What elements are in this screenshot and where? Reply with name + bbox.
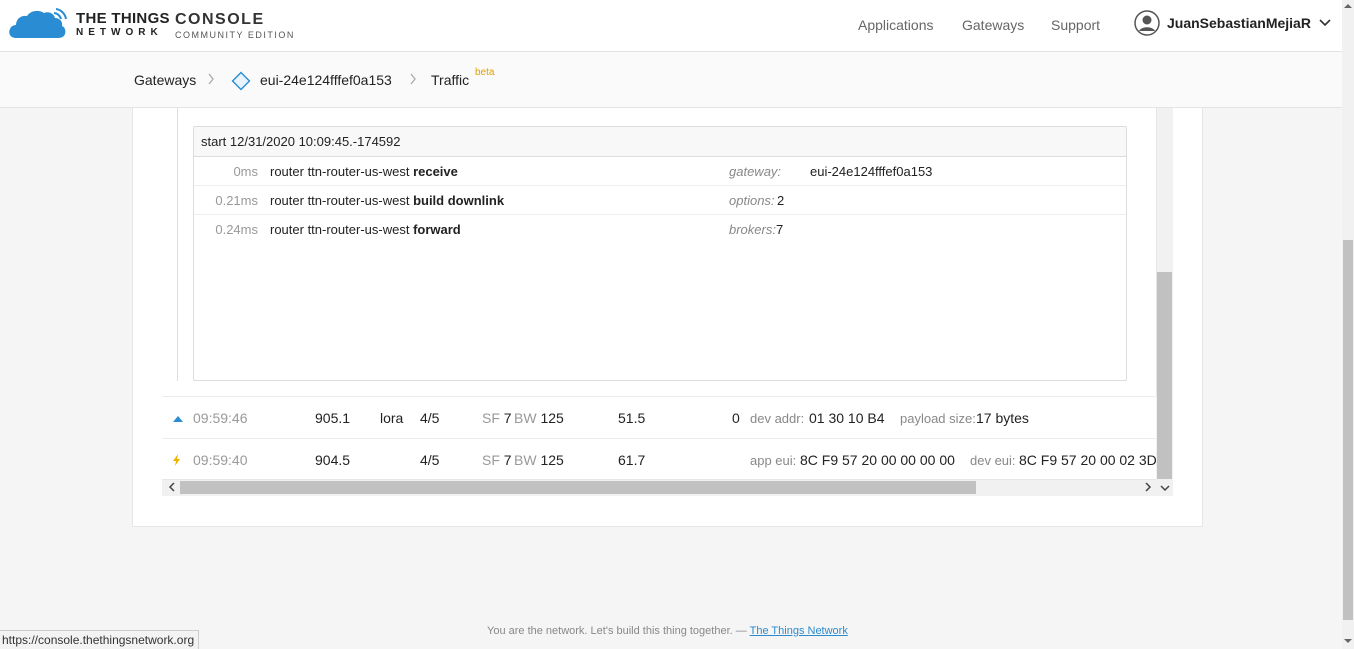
traffic-bw: BW 125 xyxy=(514,452,564,468)
trace-event: router ttn-router-us-west forward xyxy=(270,222,461,237)
bw-label: BW xyxy=(514,410,537,426)
console-title-text: CONSOLE xyxy=(175,11,265,28)
chevron-down-icon xyxy=(1319,19,1331,27)
chevron-right-icon xyxy=(410,73,416,85)
trace-event-prefix: router ttn-router-us-west xyxy=(270,222,410,237)
traffic-row-uplink[interactable]: 09:59:46 905.1 lora 4/5 SF 7 BW 125 51.5… xyxy=(162,396,1156,438)
traffic-sf: SF 7 xyxy=(482,410,512,426)
horizontal-scroll-thumb[interactable] xyxy=(180,481,976,494)
trace-row: 0ms router ttn-router-us-west receive ga… xyxy=(194,157,1126,186)
bw-value: 125 xyxy=(540,410,564,426)
trace-event-action: forward xyxy=(413,222,461,237)
nav-applications[interactable]: Applications xyxy=(858,17,934,33)
traffic-coding-rate: 4/5 xyxy=(420,410,440,426)
user-avatar-icon xyxy=(1134,10,1160,36)
trace-event-action: receive xyxy=(413,164,458,179)
page-scroll-down-icon[interactable] xyxy=(1343,637,1353,645)
user-menu[interactable]: JuanSebastianMejiaR xyxy=(1134,10,1331,36)
traffic-modulation: lora xyxy=(380,410,404,426)
logo-line1: THE THINGS xyxy=(76,9,170,27)
uplink-arrow-icon xyxy=(173,416,183,422)
traffic-row-join[interactable]: 09:59:40 904.5 4/5 SF 7 BW 125 61.7 app … xyxy=(162,438,1156,480)
sf-value: 7 xyxy=(503,410,512,426)
dev-eui-label: dev eui: xyxy=(970,453,1016,468)
ttn-logo[interactable]: THE THINGS NETWORK xyxy=(8,8,170,40)
username: JuanSebastianMejiaR xyxy=(1167,15,1311,31)
trace-event-prefix: router ttn-router-us-west xyxy=(270,193,410,208)
sf-label: SF xyxy=(482,452,500,468)
trace-value: 7 xyxy=(776,222,784,237)
trace-key: options: xyxy=(729,193,775,208)
bw-label: BW xyxy=(514,452,537,468)
trace-event-prefix: router ttn-router-us-west xyxy=(270,164,410,179)
dev-addr-value: 01 30 10 B4 xyxy=(809,410,885,426)
breadcrumb: Gateways eui-24e124fffef0a153 Traffic be… xyxy=(0,52,1342,108)
dev-eui-value: 8C F9 57 20 00 02 3D xyxy=(1019,452,1156,468)
traffic-frequency: 905.1 xyxy=(315,410,351,426)
bw-value: 125 xyxy=(540,452,564,468)
chevron-right-icon xyxy=(208,73,214,85)
page-scroll-up-icon[interactable] xyxy=(1343,2,1353,10)
page-vertical-scroll-thumb[interactable] xyxy=(1343,240,1353,620)
beta-badge: beta xyxy=(475,67,495,78)
lightning-bolt-icon xyxy=(173,454,180,466)
trace-time: 0ms xyxy=(233,164,258,179)
trace-event-action: build downlink xyxy=(413,193,505,208)
trace-event: router ttn-router-us-west receive xyxy=(270,164,458,179)
trace-start: start 12/31/2020 10:09:45.-174592 xyxy=(194,127,1126,157)
traffic-airtime: 61.7 xyxy=(618,452,646,468)
breadcrumb-gateway-id[interactable]: eui-24e124fffef0a153 xyxy=(260,72,392,88)
trace-time: 0.24ms xyxy=(215,222,258,237)
trace-event: router ttn-router-us-west build downlink xyxy=(270,193,504,208)
trace-value: 2 xyxy=(777,193,785,208)
traffic-bw: BW 125 xyxy=(514,410,564,426)
traffic-time: 09:59:40 xyxy=(193,452,248,468)
inner-vertical-scroll-thumb[interactable] xyxy=(1157,272,1172,479)
traffic-time: 09:59:46 xyxy=(193,410,248,426)
traffic-sf: SF 7 xyxy=(482,452,512,468)
nav-support[interactable]: Support xyxy=(1051,17,1100,33)
app-eui-label: app eui: xyxy=(750,453,797,468)
traffic-frequency: 904.5 xyxy=(315,452,351,468)
trace-panel: start 12/31/2020 10:09:45.-174592 0ms ro… xyxy=(193,126,1127,381)
breadcrumb-gateways[interactable]: Gateways xyxy=(134,72,196,88)
trace-key: gateway: xyxy=(729,164,782,179)
trace-key: brokers: xyxy=(729,222,776,237)
trace-value: eui-24e124fffef0a153 xyxy=(810,164,933,179)
dev-addr-label: dev addr: xyxy=(750,411,805,426)
scroll-left-icon[interactable] xyxy=(167,482,177,492)
console-subtitle: COMMUNITY EDITION xyxy=(175,30,295,40)
payload-size-value: 17 bytes xyxy=(976,410,1029,426)
traffic-coding-rate: 4/5 xyxy=(420,452,440,468)
breadcrumb-traffic: Traffic xyxy=(431,72,470,88)
nav-gateways[interactable]: Gateways xyxy=(962,17,1024,33)
payload-size-label: payload size: xyxy=(900,411,976,426)
cloud-logo-icon xyxy=(9,8,67,39)
status-bar-url: https://console.thethingsnetwork.org xyxy=(0,630,200,649)
trace-guide-line xyxy=(177,108,178,381)
sf-value: 7 xyxy=(503,452,512,468)
footer-text: You are the network. Let's build this th… xyxy=(487,625,750,637)
logo-line2: NETWORK xyxy=(76,26,163,38)
footer-link[interactable]: The Things Network xyxy=(750,625,848,637)
traffic-counter: 0 xyxy=(732,410,740,426)
footer: You are the network. Let's build this th… xyxy=(487,625,848,637)
sf-label: SF xyxy=(482,410,500,426)
trace-row: 0.24ms router ttn-router-us-west forward… xyxy=(194,215,1126,244)
panel-right-border xyxy=(1156,108,1157,396)
app-eui-value: 8C F9 57 20 00 00 00 00 xyxy=(800,452,955,468)
gateway-icon xyxy=(231,71,251,91)
scroll-right-icon[interactable] xyxy=(1143,482,1153,492)
trace-time: 0.21ms xyxy=(215,193,258,208)
console-title: CONSOLE COMMUNITY EDITION xyxy=(175,12,295,40)
trace-row: 0.21ms router ttn-router-us-west build d… xyxy=(194,186,1126,215)
traffic-airtime: 51.5 xyxy=(618,410,646,426)
scroll-down-icon[interactable] xyxy=(1160,483,1170,493)
top-header: THE THINGS NETWORK CONSOLE COMMUNITY EDI… xyxy=(0,0,1342,52)
